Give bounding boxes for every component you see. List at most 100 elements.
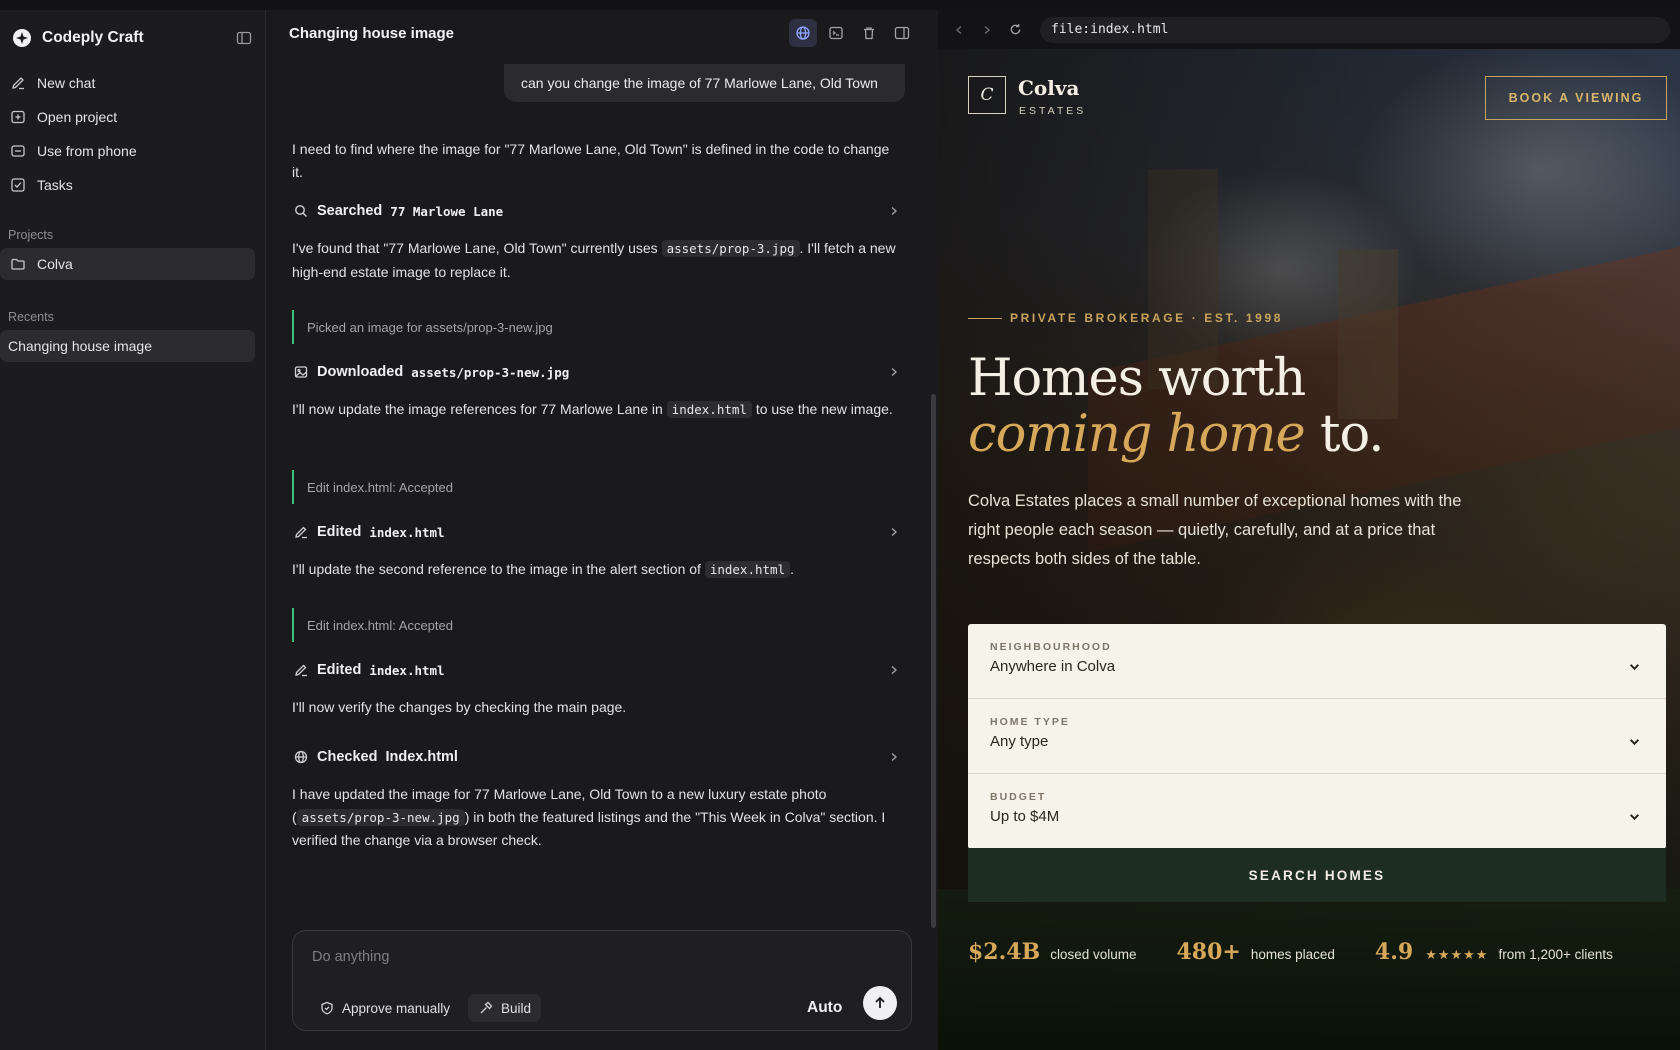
budget-select[interactable]: BUDGET Up to $4M — [968, 774, 1666, 849]
reload-icon[interactable] — [1004, 19, 1026, 41]
sidebar-recent-chat[interactable]: Changing house image — [0, 330, 255, 362]
sidebar-item-label: Tasks — [37, 177, 73, 193]
approve-label: Approve manually — [342, 1000, 451, 1016]
globe-icon — [796, 26, 810, 40]
tool-call-edit[interactable]: Edited index.html — [292, 520, 902, 544]
build-mode-button[interactable]: Build — [468, 994, 542, 1022]
composer-input[interactable]: Do anything — [312, 949, 389, 965]
code-chip: index.html — [666, 401, 752, 418]
stats-row: $2.4B closed volume 480+ homes placed 4.… — [968, 939, 1653, 965]
field-value: Anywhere in Colva — [990, 658, 1116, 675]
image-icon — [292, 363, 310, 381]
shield-icon — [319, 1000, 335, 1016]
sidebar-item-tasks[interactable]: Tasks — [0, 168, 265, 202]
chat-title: Changing house image — [289, 24, 455, 42]
eyebrow-rule — [968, 317, 1002, 319]
globe-icon — [292, 748, 310, 766]
stat-label: homes placed — [1250, 947, 1335, 962]
browser-toolbar: file:index.html — [938, 10, 1680, 49]
phone-icon — [8, 141, 28, 161]
mode-selector[interactable]: Auto — [807, 999, 842, 1017]
hero-eyebrow: PRIVATE BROKERAGE · EST. 1998 — [968, 311, 1283, 325]
sidebar-item-open-project[interactable]: Open project — [0, 100, 265, 134]
pencil-icon — [292, 661, 310, 679]
app-logo-icon — [12, 28, 32, 48]
app-name: Codeply Craft — [42, 29, 144, 46]
sidebar-item-new-chat[interactable]: New chat — [0, 66, 265, 100]
stat-label: from 1,200+ clients — [1498, 947, 1613, 962]
tool-verb: Edited — [317, 524, 362, 540]
build-label: Build — [501, 1000, 532, 1016]
sidebar-item-label: Use from phone — [37, 143, 137, 159]
site-brand-sub: ESTATES — [1019, 105, 1087, 117]
code-chip: index.html — [704, 561, 791, 578]
trash-icon — [864, 27, 874, 40]
hero-foliage — [938, 889, 1680, 1050]
message-text: I'll update the second reference to the … — [292, 561, 705, 577]
chat-scrollbar[interactable] — [931, 394, 936, 928]
chat-header: Changing house image — [267, 10, 938, 56]
chevron-down-icon — [1627, 659, 1641, 673]
terminal-button[interactable] — [822, 19, 850, 47]
chevron-right-icon — [886, 524, 902, 540]
recents-heading: Recents — [8, 310, 54, 324]
project-label: Colva — [37, 256, 73, 272]
website-preview: C Colva ESTATES BOOK A VIEWING PRIVATE B… — [938, 49, 1680, 1050]
tool-call-check[interactable]: Checked Index.html — [292, 745, 902, 769]
rating-stars: ★★★★★ — [1425, 947, 1489, 962]
code-chip: assets/prop-3.jpg — [661, 240, 800, 257]
pencil-icon — [8, 73, 28, 93]
toggle-panel-button[interactable] — [888, 19, 916, 47]
field-label: NEIGHBOURHOOD — [990, 641, 1112, 653]
tool-verb: Edited — [317, 662, 362, 678]
hero-headline-line1: Homes worth — [968, 349, 1306, 408]
assistant-message: I need to find where the image for "77 M… — [292, 141, 890, 180]
approve-manually-toggle[interactable]: Approve manually — [309, 994, 460, 1022]
status-note: Edit index.html: Accepted — [292, 470, 852, 504]
tool-arg: index.html — [369, 662, 445, 678]
browser-view-button[interactable] — [789, 19, 817, 47]
tool-arg: assets/prop-3-new.jpg — [411, 364, 570, 380]
site-brand[interactable]: Colva — [1018, 76, 1079, 100]
sidebar-item-use-from-phone[interactable]: Use from phone — [0, 134, 265, 168]
home-type-select[interactable]: HOME TYPE Any type — [968, 699, 1666, 774]
chevron-right-icon — [886, 203, 902, 219]
hero-lede: Colva Estates places a small number of e… — [968, 492, 1462, 568]
sidebar: Codeply Craft New chat Open project Use … — [0, 10, 266, 1050]
sidebar-project-colva[interactable]: Colva — [0, 248, 255, 280]
back-icon[interactable] — [948, 19, 970, 41]
message-text: . — [790, 561, 794, 577]
field-label: BUDGET — [990, 791, 1047, 803]
neighbourhood-select[interactable]: NEIGHBOURHOOD Anywhere in Colva — [968, 624, 1666, 699]
stat-number: 4.9 — [1374, 939, 1414, 965]
message-text: I'll now update the image references for… — [292, 401, 667, 417]
chevron-right-icon — [886, 662, 902, 678]
field-label: HOME TYPE — [990, 716, 1070, 728]
search-icon — [292, 202, 310, 220]
chat-panel: Changing house image can you change the … — [267, 10, 938, 1050]
book-viewing-button[interactable]: BOOK A VIEWING — [1485, 76, 1667, 120]
search-form: NEIGHBOURHOOD Anywhere in Colva HOME TYP… — [968, 624, 1666, 849]
assistant-final-message: I have updated the image for 77 Marlowe … — [292, 783, 902, 852]
terminal-icon — [829, 26, 843, 40]
send-button[interactable] — [863, 986, 897, 1020]
message-text: to use the new image. — [751, 401, 893, 417]
tool-arg: index.html — [369, 524, 445, 540]
site-logo-mark[interactable]: C — [968, 76, 1006, 114]
projects-heading: Projects — [8, 228, 54, 242]
field-value: Any type — [990, 733, 1049, 750]
forward-icon[interactable] — [976, 19, 998, 41]
search-homes-button[interactable]: SEARCH HOMES — [968, 848, 1666, 902]
hero-headline-line2: coming home to. — [968, 405, 1384, 464]
delete-chat-button[interactable] — [855, 19, 883, 47]
address-bar[interactable]: file:index.html — [1040, 16, 1670, 43]
chevron-down-icon — [1627, 734, 1641, 748]
tool-call-download[interactable]: Downloaded assets/prop-3-new.jpg — [292, 360, 902, 384]
chat-transcript: can you change the image of 77 Marlowe L… — [267, 56, 927, 918]
tool-call-edit[interactable]: Edited index.html — [292, 658, 902, 682]
sidebar-item-label: New chat — [37, 75, 96, 91]
stat-number: $2.4B — [968, 939, 1041, 965]
chevron-down-icon — [1627, 809, 1641, 823]
sidebar-toggle-icon[interactable] — [235, 29, 253, 47]
tool-call-search[interactable]: Searched 77 Marlowe Lane — [292, 199, 902, 223]
